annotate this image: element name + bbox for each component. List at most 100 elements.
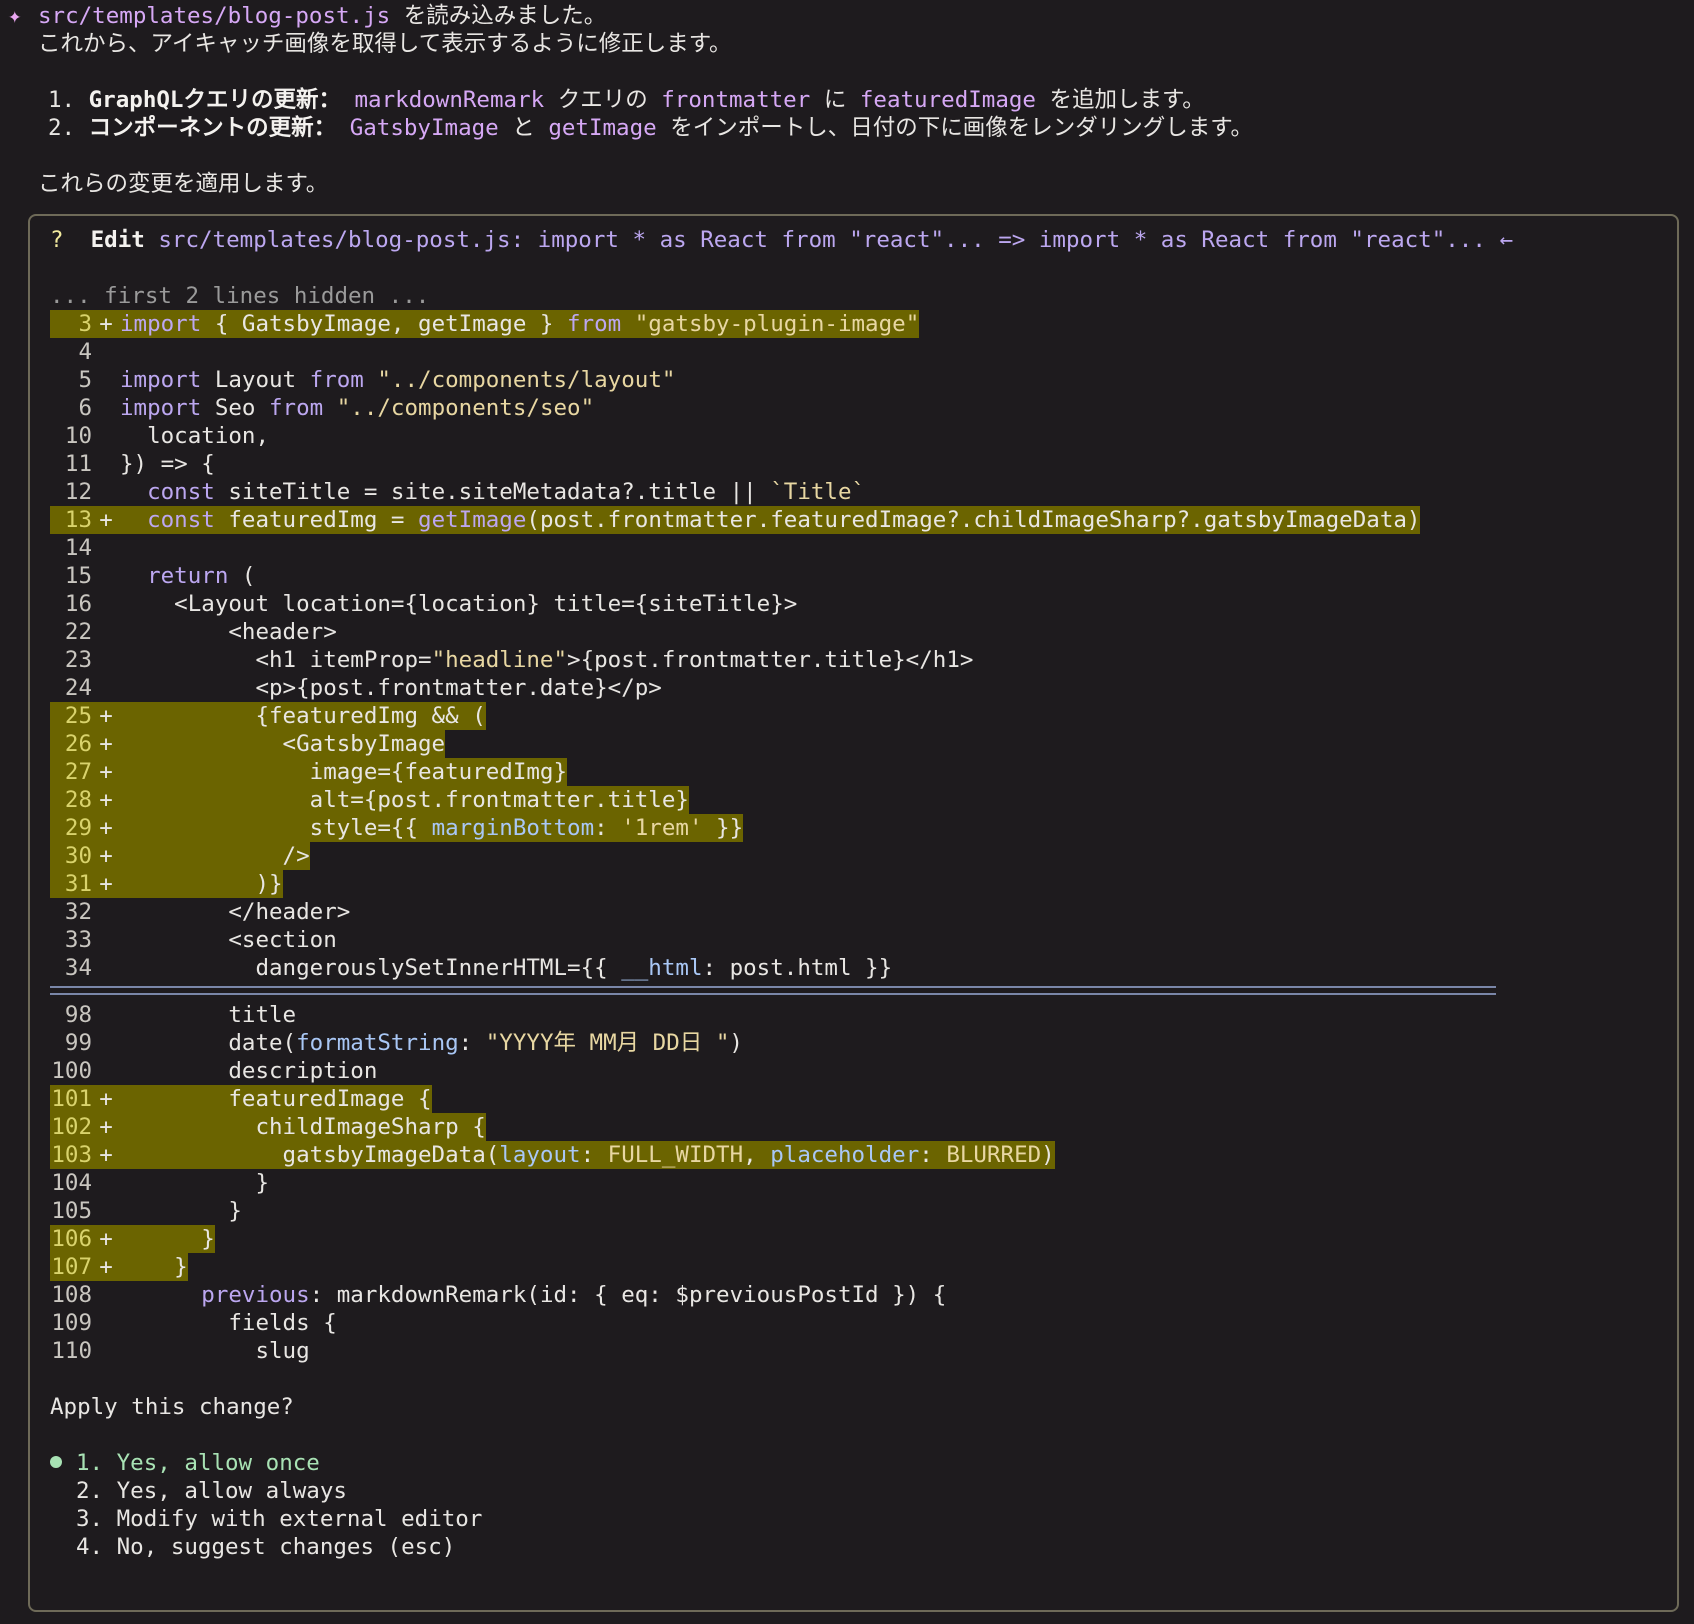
read-file-line: ✦ src/templates/blog-post.js を読み込みました。 [8, 2, 1678, 30]
line-number: 100 [51, 1058, 92, 1084]
diff-line: 25 + {featuredImg && ( [50, 702, 1667, 730]
diff-line: 104 } [50, 1169, 1667, 1197]
diff-line: 108 previous: markdownRemark(id: { eq: $… [50, 1281, 1667, 1309]
diff-line: 31 + )} [50, 870, 1667, 898]
added-marker: + [99, 1086, 113, 1112]
line-number: 107 [51, 1254, 92, 1280]
step-text: を追加します。 [1035, 87, 1205, 113]
diff-line: 102 + childImageSharp { [50, 1113, 1667, 1141]
line-number: 22 [64, 619, 92, 645]
added-marker: + [99, 1114, 113, 1140]
code-text: slug [120, 1338, 310, 1364]
option-suggest-changes[interactable]: 4. No, suggest changes (esc) [50, 1533, 1667, 1561]
code-text: import { GatsbyImage, getImage } from "g… [120, 311, 920, 337]
code-text: dangerouslySetInnerHTML={{ __html: post.… [120, 955, 893, 981]
line-number: 110 [51, 1338, 92, 1364]
option-label: 1. Yes, allow once [76, 1450, 320, 1476]
line-number: 101 [51, 1086, 92, 1112]
line-number: 108 [51, 1282, 92, 1308]
step-title: GraphQLクエリの更新： [88, 87, 341, 113]
read-message: を読み込みました。 [390, 3, 607, 29]
line-number: 16 [64, 591, 92, 617]
edit-summary: src/templates/blog-post.js: import * as … [144, 227, 1513, 253]
assistant-message: ✦ src/templates/blog-post.js を読み込みました。 これ… [8, 2, 1678, 198]
added-marker: + [99, 311, 113, 337]
code-token: featuredImage [859, 87, 1036, 113]
line-number: 104 [51, 1170, 92, 1196]
option-label: 4. No, suggest changes (esc) [76, 1534, 456, 1560]
plan-text: これから、アイキャッチ画像を取得して表示するように修正します。 [38, 31, 732, 57]
diff-line: 106 + } [50, 1225, 1667, 1253]
diff-line: 5 import Layout from "../components/layou… [50, 366, 1667, 394]
added-marker: + [99, 1226, 113, 1252]
diff-line: 10 location, [50, 422, 1667, 450]
step-2: 2. コンポーネントの更新： GatsbyImage と getImage をイ… [8, 114, 1678, 142]
diff-line: 16 <Layout location={location} title={si… [50, 590, 1667, 618]
line-number: 103 [51, 1142, 92, 1168]
option-list: 1. Yes, allow once 2. Yes, allow always … [50, 1449, 1667, 1561]
diff-line: 110 slug [50, 1337, 1667, 1365]
line-number: 31 [64, 871, 92, 897]
diff-line: 105 } [50, 1197, 1667, 1225]
option-label: 2. Yes, allow always [76, 1478, 347, 1504]
file-path: src/templates/blog-post.js [38, 3, 391, 29]
code-text: fields { [120, 1310, 337, 1336]
option-external-editor[interactable]: 3. Modify with external editor [50, 1505, 1667, 1533]
step-text: に [810, 87, 860, 113]
added-marker: + [99, 1142, 113, 1168]
option-allow-always[interactable]: 2. Yes, allow always [50, 1477, 1667, 1505]
line-number: 34 [64, 955, 92, 981]
diff-hunk-top: 3 + import { GatsbyImage, getImage } from … [50, 310, 1667, 982]
step-text [336, 115, 350, 141]
code-text: date(formatString: "YYYY年 MM月 DD日 ") [120, 1030, 743, 1056]
code-text: const siteTitle = site.siteMetadata?.tit… [147, 479, 866, 505]
diff-line: 29 + style={{ marginBottom: '1rem' }} [50, 814, 1667, 842]
line-number: 13 [64, 507, 92, 533]
step-text [341, 87, 355, 113]
code-text: } [120, 1198, 242, 1224]
code-text: } [120, 1170, 270, 1196]
edit-header: ? Edit src/templates/blog-post.js: impor… [50, 226, 1667, 254]
line-number: 4 [78, 339, 92, 365]
code-text: featuredImage { [120, 1086, 432, 1112]
diff-line: 101 + featuredImage { [50, 1085, 1667, 1113]
diff-line: 14 [50, 534, 1667, 562]
diff-line: 26 + <GatsbyImage [50, 730, 1667, 758]
hunk-separator [50, 986, 1496, 995]
code-text: <Layout location={location} title={siteT… [120, 591, 798, 617]
added-marker: + [99, 703, 113, 729]
line-number: 33 [64, 927, 92, 953]
code-text: alt={post.frontmatter.title} [120, 787, 689, 813]
option-allow-once[interactable]: 1. Yes, allow once [50, 1449, 1667, 1477]
line-number: 10 [64, 423, 92, 449]
code-text: return ( [147, 563, 256, 589]
code-text: <h1 itemProp="headline">{post.frontmatte… [120, 647, 974, 673]
selected-dot-icon [50, 1455, 62, 1468]
line-number: 23 [64, 647, 92, 673]
code-text: previous: markdownRemark(id: { eq: $prev… [201, 1282, 947, 1308]
code-token: getImage [548, 115, 657, 141]
code-token: frontmatter [661, 87, 811, 113]
line-number: 102 [51, 1114, 92, 1140]
line-number: 26 [64, 731, 92, 757]
diff-line: 3 + import { GatsbyImage, getImage } from … [50, 310, 1667, 338]
code-text: }) => { [120, 451, 215, 477]
diff-line: 33 <section [50, 926, 1667, 954]
diff-line: 107 + } [50, 1253, 1667, 1281]
step-1: 1. GraphQLクエリの更新： markdownRemark クエリの fr… [8, 86, 1678, 114]
added-marker: + [99, 759, 113, 785]
added-marker: + [99, 731, 113, 757]
step-text: クエリの [544, 87, 662, 113]
code-text: style={{ marginBottom: '1rem' }} [120, 815, 744, 841]
code-text: gatsbyImageData(layout: FULL_WIDTH, plac… [120, 1142, 1055, 1168]
diff-line: 24 <p>{post.frontmatter.date}</p> [50, 674, 1667, 702]
code-text: /> [120, 843, 310, 869]
apply-question: Apply this change? [50, 1394, 294, 1420]
line-number: 28 [64, 787, 92, 813]
edit-confirmation-panel: ? Edit src/templates/blog-post.js: impor… [28, 214, 1679, 1612]
